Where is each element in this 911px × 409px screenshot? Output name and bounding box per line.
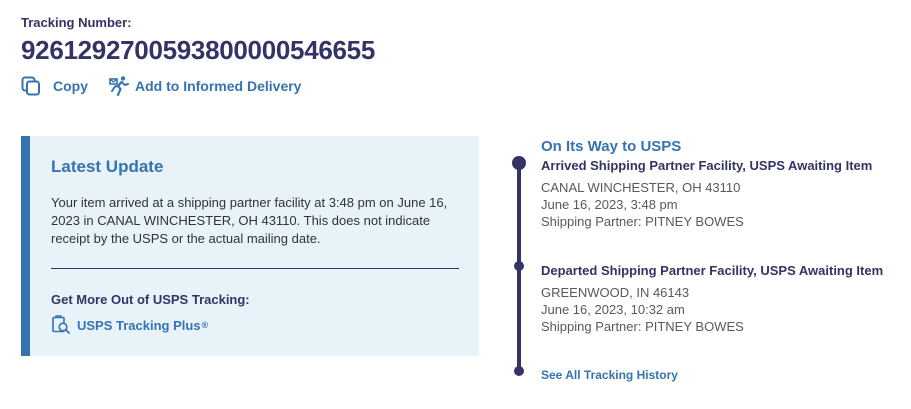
event-datetime: June 16, 2023, 10:32 am (541, 302, 685, 317)
more-tracking-title: Get More Out of USPS Tracking: (51, 292, 250, 307)
latest-update-text: Your item arrived at a shipping partner … (51, 195, 448, 246)
event-location: CANAL WINCHESTER, OH 43110 (541, 180, 741, 195)
add-to-informed-delivery-button[interactable]: Add to Informed Delivery (108, 75, 301, 97)
event-title: Departed Shipping Partner Facility, USPS… (541, 263, 884, 278)
event-datetime: June 16, 2023, 3:48 pm (541, 197, 678, 212)
copy-label: Copy (53, 78, 88, 94)
event-partner: Shipping Partner: PITNEY BOWES (541, 319, 744, 334)
event-partner: Shipping Partner: PITNEY BOWES (541, 214, 744, 229)
copy-button[interactable]: Copy (20, 75, 88, 97)
timeline-event-dot (514, 261, 524, 271)
event-location: GREENWOOD, IN 46143 (541, 285, 690, 300)
latest-update-title: Latest Update (51, 157, 164, 176)
copy-icon (20, 75, 42, 97)
tracking-number: 9261292700593800000546655 (21, 35, 375, 65)
tracking-status-heading: On Its Way to USPS (541, 138, 682, 155)
tracking-event: Arrived Shipping Partner Facility, USPS … (541, 158, 911, 230)
event-title: Arrived Shipping Partner Facility, USPS … (541, 158, 873, 173)
tracking-plus-label: USPS Tracking Plus (77, 317, 201, 333)
timeline-current-dot (512, 156, 526, 170)
divider (51, 268, 459, 269)
tracking-actions: Copy Add to Informed Delivery (20, 75, 301, 97)
tracking-event: Departed Shipping Partner Facility, USPS… (541, 263, 911, 335)
timeline-end-dot (514, 366, 524, 376)
informed-delivery-icon (108, 75, 130, 97)
latest-update-panel: Latest Update Your item arrived at a shi… (21, 136, 479, 356)
informed-delivery-label: Add to Informed Delivery (135, 78, 302, 94)
tracking-plus-icon (51, 315, 71, 335)
see-all-tracking-history-link[interactable]: See All Tracking History (541, 368, 678, 382)
tracking-number-label: Tracking Number: (21, 15, 132, 30)
registered-mark: ® (201, 320, 209, 330)
usps-tracking-plus-link[interactable]: USPS Tracking Plus ® (51, 315, 208, 335)
